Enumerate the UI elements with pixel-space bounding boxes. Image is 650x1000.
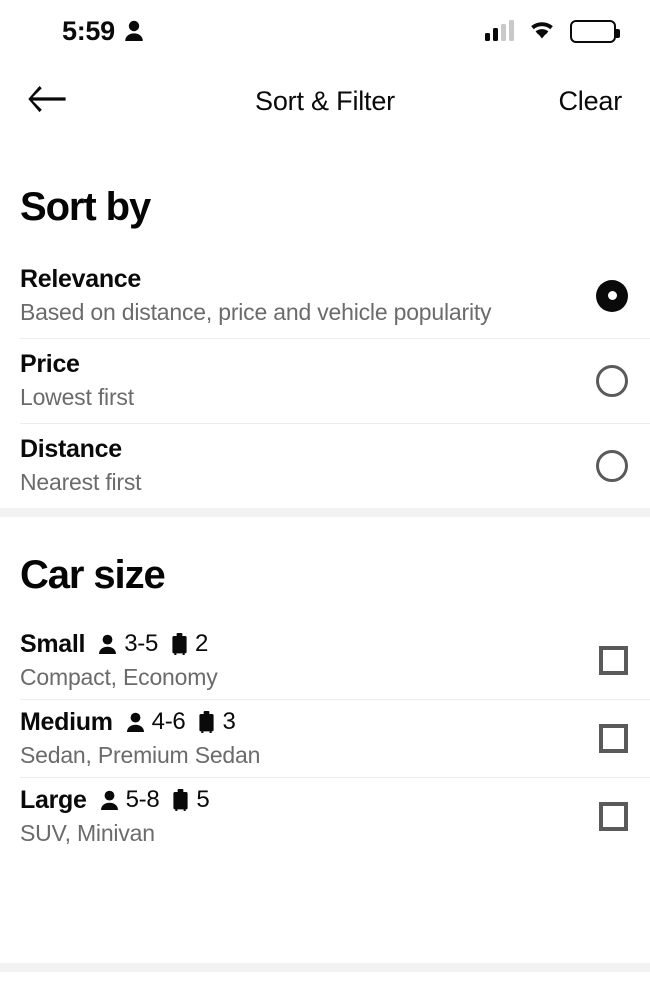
sort-option-relevance[interactable]: Relevance Based on distance, price and v…	[0, 253, 650, 338]
luggage-icon	[198, 711, 215, 733]
passenger-capacity: 4-6	[113, 708, 186, 736]
luggage-count: 5	[196, 786, 210, 813]
sort-filter-screen: 5:59 Sort & Filter Clear Sort by Relevan…	[0, 0, 650, 1000]
bottom-section-divider	[0, 963, 650, 972]
status-bar-left: 5:59	[62, 16, 144, 47]
passenger-capacity: 3-5	[85, 630, 158, 658]
car-size-name: Large	[20, 785, 87, 814]
status-bar-right	[485, 18, 620, 45]
car-size-name: Small	[20, 629, 86, 658]
back-button[interactable]	[28, 73, 84, 129]
row-text: Medium 4-6 3 Sedan, Premium Sedan	[20, 708, 260, 769]
passenger-icon	[126, 712, 145, 733]
page-title: Sort & Filter	[255, 85, 395, 116]
sort-option-distance[interactable]: Distance Nearest first	[0, 423, 650, 508]
car-size-option-sublabel: Sedan, Premium Sedan	[20, 741, 261, 768]
row-text: Large 5-8 5 SUV, Minivan	[20, 785, 210, 847]
luggage-icon	[171, 633, 188, 655]
signal-bars-icon	[485, 20, 514, 41]
car-size-option-label: Medium 4-6 3	[20, 708, 260, 737]
radio-relevance-selected[interactable]	[596, 279, 628, 312]
sort-option-price[interactable]: Price Lowest first	[0, 338, 650, 423]
passenger-count: 4-6	[151, 708, 186, 735]
passenger-icon	[98, 634, 117, 655]
sort-options-list: Relevance Based on distance, price and v…	[0, 253, 650, 508]
status-time: 5:59	[62, 15, 115, 46]
status-bar: 5:59	[0, 0, 650, 62]
car-size-option-sublabel: Compact, Economy	[20, 663, 218, 690]
wifi-icon	[527, 18, 557, 45]
section-divider	[0, 508, 650, 517]
luggage-capacity: 2	[158, 630, 208, 658]
passenger-count: 5-8	[125, 786, 160, 813]
sort-option-label: Price	[20, 350, 80, 378]
passenger-icon	[100, 790, 119, 811]
sort-option-sublabel: Nearest first	[20, 469, 142, 495]
checkbox-small[interactable]	[599, 645, 628, 675]
sort-by-heading: Sort by	[20, 185, 151, 229]
battery-full-icon	[570, 19, 620, 43]
sort-option-label: Relevance	[20, 265, 141, 293]
car-size-option-large[interactable]: Large 5-8 5 SUV, Minivan	[0, 777, 650, 855]
passenger-capacity: 5-8	[87, 786, 160, 814]
car-size-heading: Car size	[20, 553, 166, 597]
sort-option-sublabel: Based on distance, price and vehicle pop…	[20, 299, 492, 325]
luggage-capacity: 3	[185, 708, 236, 736]
sort-option-sublabel: Lowest first	[20, 384, 134, 410]
radio-price[interactable]	[596, 364, 628, 397]
row-text: Relevance Based on distance, price and v…	[20, 265, 492, 326]
car-size-option-small[interactable]: Small 3-5 2 Compact, Economy	[0, 621, 650, 699]
passenger-count: 3-5	[124, 630, 158, 657]
app-header: Sort & Filter Clear	[0, 62, 650, 140]
checkbox-large[interactable]	[599, 801, 628, 831]
clear-button[interactable]: Clear	[558, 86, 622, 117]
person-icon	[124, 20, 144, 42]
car-size-option-medium[interactable]: Medium 4-6 3 Sedan, Premium Sedan	[0, 699, 650, 777]
car-size-options-list: Small 3-5 2 Compact, Economy Medium 4-6 …	[0, 621, 650, 855]
luggage-count: 3	[222, 708, 236, 735]
car-size-section: Car size Small 3-5 2 Compact, Economy Me…	[0, 555, 650, 855]
luggage-icon	[172, 789, 189, 811]
car-size-option-label: Large 5-8 5	[20, 785, 210, 815]
row-text: Price Lowest first	[20, 350, 134, 411]
radio-distance[interactable]	[596, 449, 628, 482]
luggage-count: 2	[195, 630, 209, 657]
back-arrow-icon	[28, 85, 68, 118]
sort-by-section: Sort by Relevance Based on distance, pri…	[0, 187, 650, 508]
checkbox-medium[interactable]	[599, 723, 628, 753]
sort-option-label: Distance	[20, 435, 122, 463]
row-text: Small 3-5 2 Compact, Economy	[20, 630, 218, 691]
car-size-option-sublabel: SUV, Minivan	[20, 819, 155, 846]
car-size-option-label: Small 3-5 2	[20, 630, 218, 659]
car-size-name: Medium	[20, 707, 113, 736]
luggage-capacity: 5	[159, 786, 210, 814]
row-text: Distance Nearest first	[20, 435, 142, 496]
